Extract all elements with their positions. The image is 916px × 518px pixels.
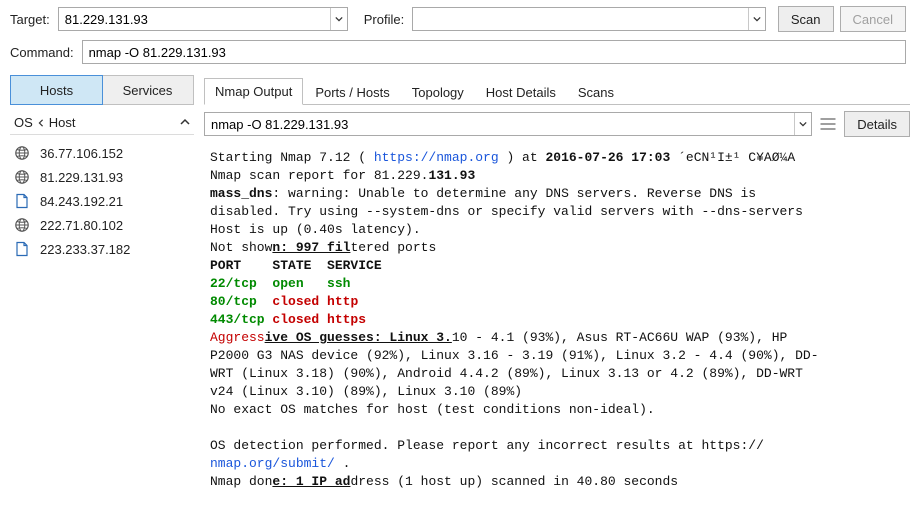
profile-combo[interactable] — [412, 7, 766, 31]
host-ip: 36.77.106.152 — [40, 146, 123, 161]
host-list-header[interactable]: OS Host — [10, 111, 194, 135]
tab-services[interactable]: Services — [102, 76, 193, 104]
command-input[interactable] — [82, 40, 906, 64]
target-input[interactable] — [59, 8, 330, 30]
chevron-down-icon[interactable] — [794, 113, 812, 135]
chevron-down-icon[interactable] — [748, 8, 765, 30]
profile-input[interactable] — [413, 8, 748, 30]
host-row[interactable]: 81.229.131.93 — [10, 165, 194, 189]
globe-icon — [14, 217, 30, 233]
chevron-up-icon — [180, 115, 190, 130]
globe-icon — [14, 145, 30, 161]
host-list: 36.77.106.152 81.229.131.93 84.243.192.21 2… — [10, 135, 194, 261]
chevron-left-icon — [37, 119, 45, 127]
cancel-button-label: Cancel — [853, 12, 893, 27]
tab-label: Host Details — [486, 85, 556, 100]
list-icon[interactable] — [818, 113, 838, 135]
host-ip: 223.233.37.182 — [40, 242, 130, 257]
nmap-submit-url[interactable]: nmap.org/submit/ — [210, 456, 335, 471]
host-row[interactable]: 223.233.37.182 — [10, 237, 194, 261]
tab-hosts[interactable]: Hosts — [10, 75, 103, 105]
tab-topology[interactable]: Topology — [402, 80, 474, 105]
nmap-url[interactable]: https://nmap.org — [374, 150, 499, 165]
target-label: Target: — [10, 12, 50, 27]
host-row[interactable]: 36.77.106.152 — [10, 141, 194, 165]
host-row[interactable]: 222.71.80.102 — [10, 213, 194, 237]
host-ip: 81.229.131.93 — [40, 170, 123, 185]
tab-services-label: Services — [123, 83, 173, 98]
tab-nmap-output[interactable]: Nmap Output — [204, 78, 303, 105]
tab-host-details[interactable]: Host Details — [476, 80, 566, 105]
scan-select-input[interactable] — [205, 113, 794, 135]
header-os-label: OS — [14, 115, 33, 130]
scan-button[interactable]: Scan — [778, 6, 834, 32]
tab-scans[interactable]: Scans — [568, 80, 624, 105]
profile-label: Profile: — [364, 12, 404, 27]
chevron-down-icon[interactable] — [330, 8, 347, 30]
globe-icon — [14, 169, 30, 185]
scan-button-label: Scan — [791, 12, 821, 27]
details-button-label: Details — [857, 117, 897, 132]
nmap-output-area: Starting Nmap 7.12 ( https://nmap.org ) … — [204, 143, 910, 514]
host-services-tabs: Hosts Services — [10, 75, 194, 105]
tab-label: Topology — [412, 85, 464, 100]
cancel-button: Cancel — [840, 6, 906, 32]
document-icon — [14, 193, 30, 209]
host-row[interactable]: 84.243.192.21 — [10, 189, 194, 213]
details-button[interactable]: Details — [844, 111, 910, 137]
tab-label: Nmap Output — [215, 84, 292, 99]
host-ip: 84.243.192.21 — [40, 194, 123, 209]
tab-label: Scans — [578, 85, 614, 100]
header-host-label: Host — [49, 115, 76, 130]
command-label: Command: — [10, 45, 74, 60]
target-combo[interactable] — [58, 7, 348, 31]
tab-label: Ports / Hosts — [315, 85, 389, 100]
document-icon — [14, 241, 30, 257]
output-tabs: Nmap Output Ports / Hosts Topology Host … — [204, 75, 910, 105]
tab-hosts-label: Hosts — [40, 83, 73, 98]
host-ip: 222.71.80.102 — [40, 218, 123, 233]
scan-select-combo[interactable] — [204, 112, 812, 136]
tab-ports-hosts[interactable]: Ports / Hosts — [305, 80, 399, 105]
